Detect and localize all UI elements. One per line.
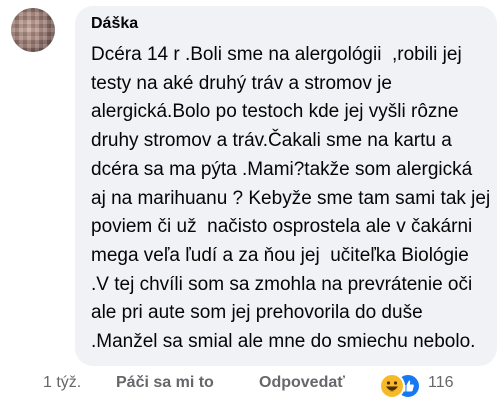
comment-timestamp[interactable]: 1 týž. <box>43 374 81 392</box>
comment-text: Dcéra 14 r .Boli sme na alergológii ,rob… <box>91 44 496 353</box>
comment-actions: 1 týž. Páči sa mi to Odpovedať 116 <box>0 370 504 400</box>
reply-button[interactable]: Odpovedať <box>259 374 345 392</box>
reaction-count[interactable]: 116 <box>428 374 454 392</box>
comment-author[interactable]: Dáška <box>91 15 138 33</box>
like-button[interactable]: Páči sa mi to <box>116 374 214 392</box>
haha-icon <box>379 373 405 399</box>
avatar-image <box>11 8 55 52</box>
avatar[interactable] <box>11 8 55 52</box>
comment-bubble: Dáška Dcéra 14 r .Boli sme na alergológi… <box>75 6 497 366</box>
